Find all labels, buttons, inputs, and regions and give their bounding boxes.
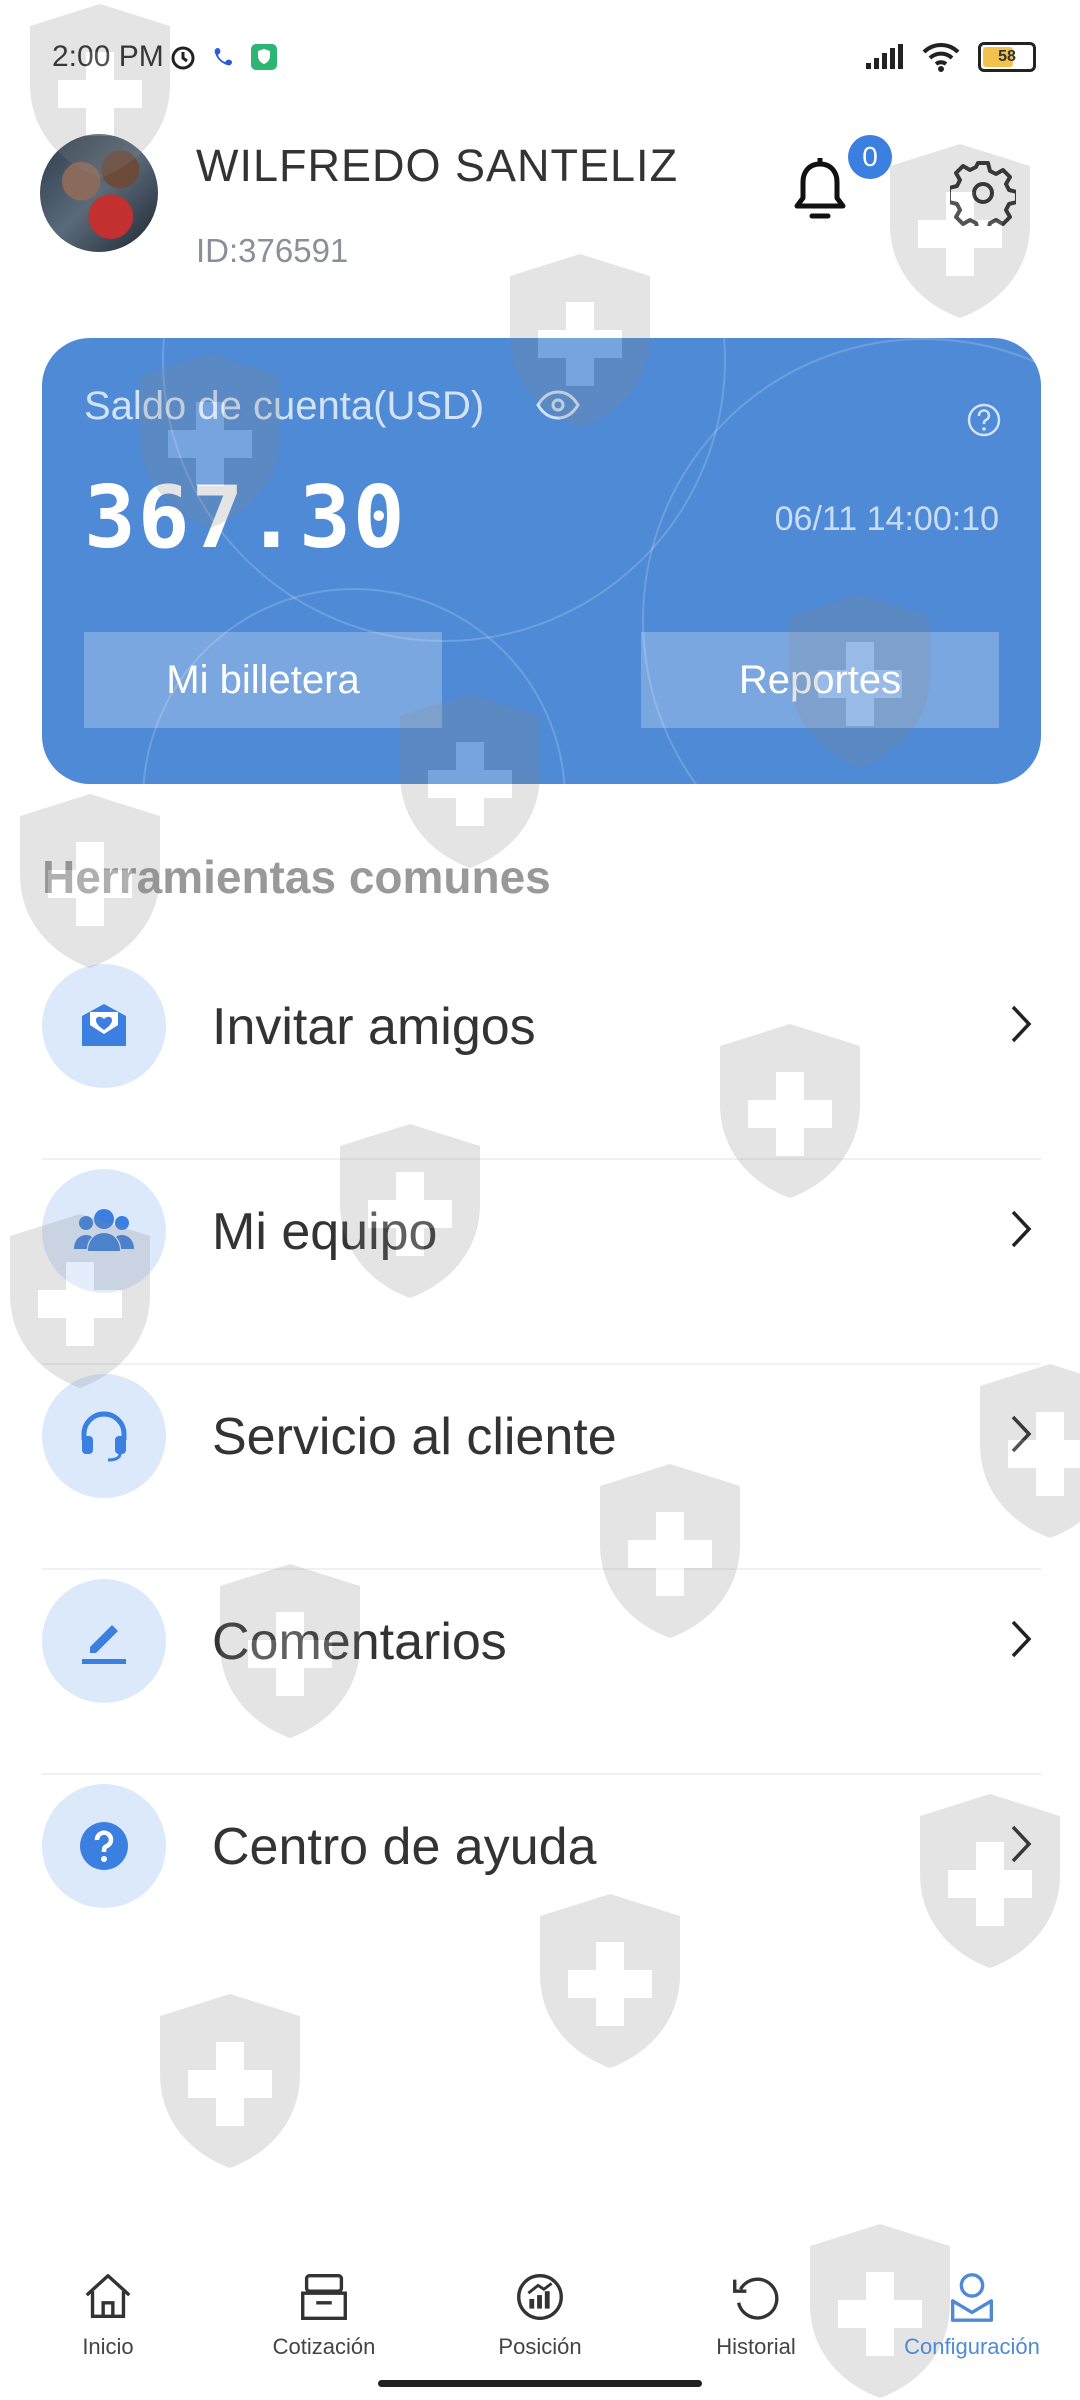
watermark-shield-icon — [20, 794, 160, 968]
phone-icon — [214, 48, 232, 66]
headset-icon — [42, 1374, 166, 1498]
question-icon — [42, 1784, 166, 1908]
watermark-shield-icon — [980, 1364, 1080, 1538]
wallet-button[interactable]: Mi billetera — [84, 632, 442, 728]
watermark-shield-icon — [920, 1794, 1060, 1968]
shield-app-icon — [251, 44, 277, 70]
menu-item-comments[interactable]: Comentarios — [42, 1570, 1041, 1775]
watermark-shield-icon — [720, 1024, 860, 1198]
menu-label: Servicio al cliente — [212, 1408, 617, 1466]
battery-level: 58 — [998, 48, 1016, 65]
nav-label: Posición — [498, 2334, 582, 2359]
bottom-nav: Inicio Cotización Posición Historial Con… — [0, 2240, 1080, 2360]
pencil-icon — [42, 1579, 166, 1703]
menu-item-my-team[interactable]: Mi equipo — [42, 1160, 1041, 1365]
position-icon — [517, 2274, 563, 2320]
watermark-shield-icon — [540, 1894, 680, 2068]
watermark-shield-icon — [340, 1124, 480, 1298]
watermark-shield-icon — [600, 1464, 740, 1638]
profile-icon — [950, 2273, 994, 2322]
menu-item-customer-service[interactable]: Servicio al cliente — [42, 1365, 1041, 1570]
watermark-shield-icon — [160, 1994, 300, 2168]
history-icon — [733, 2277, 779, 2320]
chevron-right-icon — [1011, 1005, 1032, 1043]
status-icons-right: 58 — [864, 42, 1036, 72]
watermark-shield-icon — [790, 594, 930, 768]
nav-item-position[interactable]: Posición — [432, 2240, 648, 2360]
user-id: ID:376591 — [196, 232, 349, 269]
watermark-shield-icon — [10, 1214, 150, 1388]
watermark-shield-icon — [30, 4, 170, 178]
watermark-shield-icon — [400, 694, 540, 868]
nav-item-home[interactable]: Inicio — [0, 2240, 216, 2360]
nav-item-quotes[interactable]: Cotización — [216, 2240, 432, 2360]
menu-label: Centro de ayuda — [212, 1818, 597, 1876]
balance-timestamp: 06/11 14:00:10 — [774, 500, 999, 538]
bell-icon[interactable] — [792, 158, 848, 226]
home-indicator[interactable] — [378, 2380, 702, 2387]
home-icon — [85, 2274, 131, 2319]
menu-item-invite-friends[interactable]: Invitar amigos — [42, 955, 1041, 1160]
nav-item-settings[interactable]: Configuración — [864, 2240, 1080, 2360]
envelope-heart-icon — [42, 964, 166, 1088]
tools-list: Invitar amigos Mi equipo Servicio al cli… — [42, 955, 1041, 1978]
help-circle-icon[interactable] — [966, 402, 1002, 438]
chevron-right-icon — [1011, 1620, 1032, 1658]
status-icons-left — [168, 42, 278, 72]
nav-label: Configuración — [904, 2334, 1040, 2359]
menu-label: Invitar amigos — [212, 998, 536, 1056]
signal-icon — [866, 44, 903, 69]
user-name: WILFREDO SANTELIZ — [196, 140, 679, 191]
watermark-shield-icon — [890, 144, 1030, 318]
watermark-shield-icon — [220, 1564, 360, 1738]
nav-item-history[interactable]: Historial — [648, 2240, 864, 2360]
quote-icon — [301, 2274, 347, 2320]
nav-label: Inicio — [82, 2334, 134, 2359]
watermark-shield-icon — [510, 254, 650, 428]
watermark-shield-icon — [140, 354, 280, 528]
chevron-right-icon — [1011, 1210, 1032, 1248]
nav-label: Cotización — [272, 2334, 376, 2359]
nav-label: Historial — [716, 2334, 796, 2359]
battery-icon: 58 — [978, 42, 1036, 72]
wifi-icon — [922, 42, 960, 72]
